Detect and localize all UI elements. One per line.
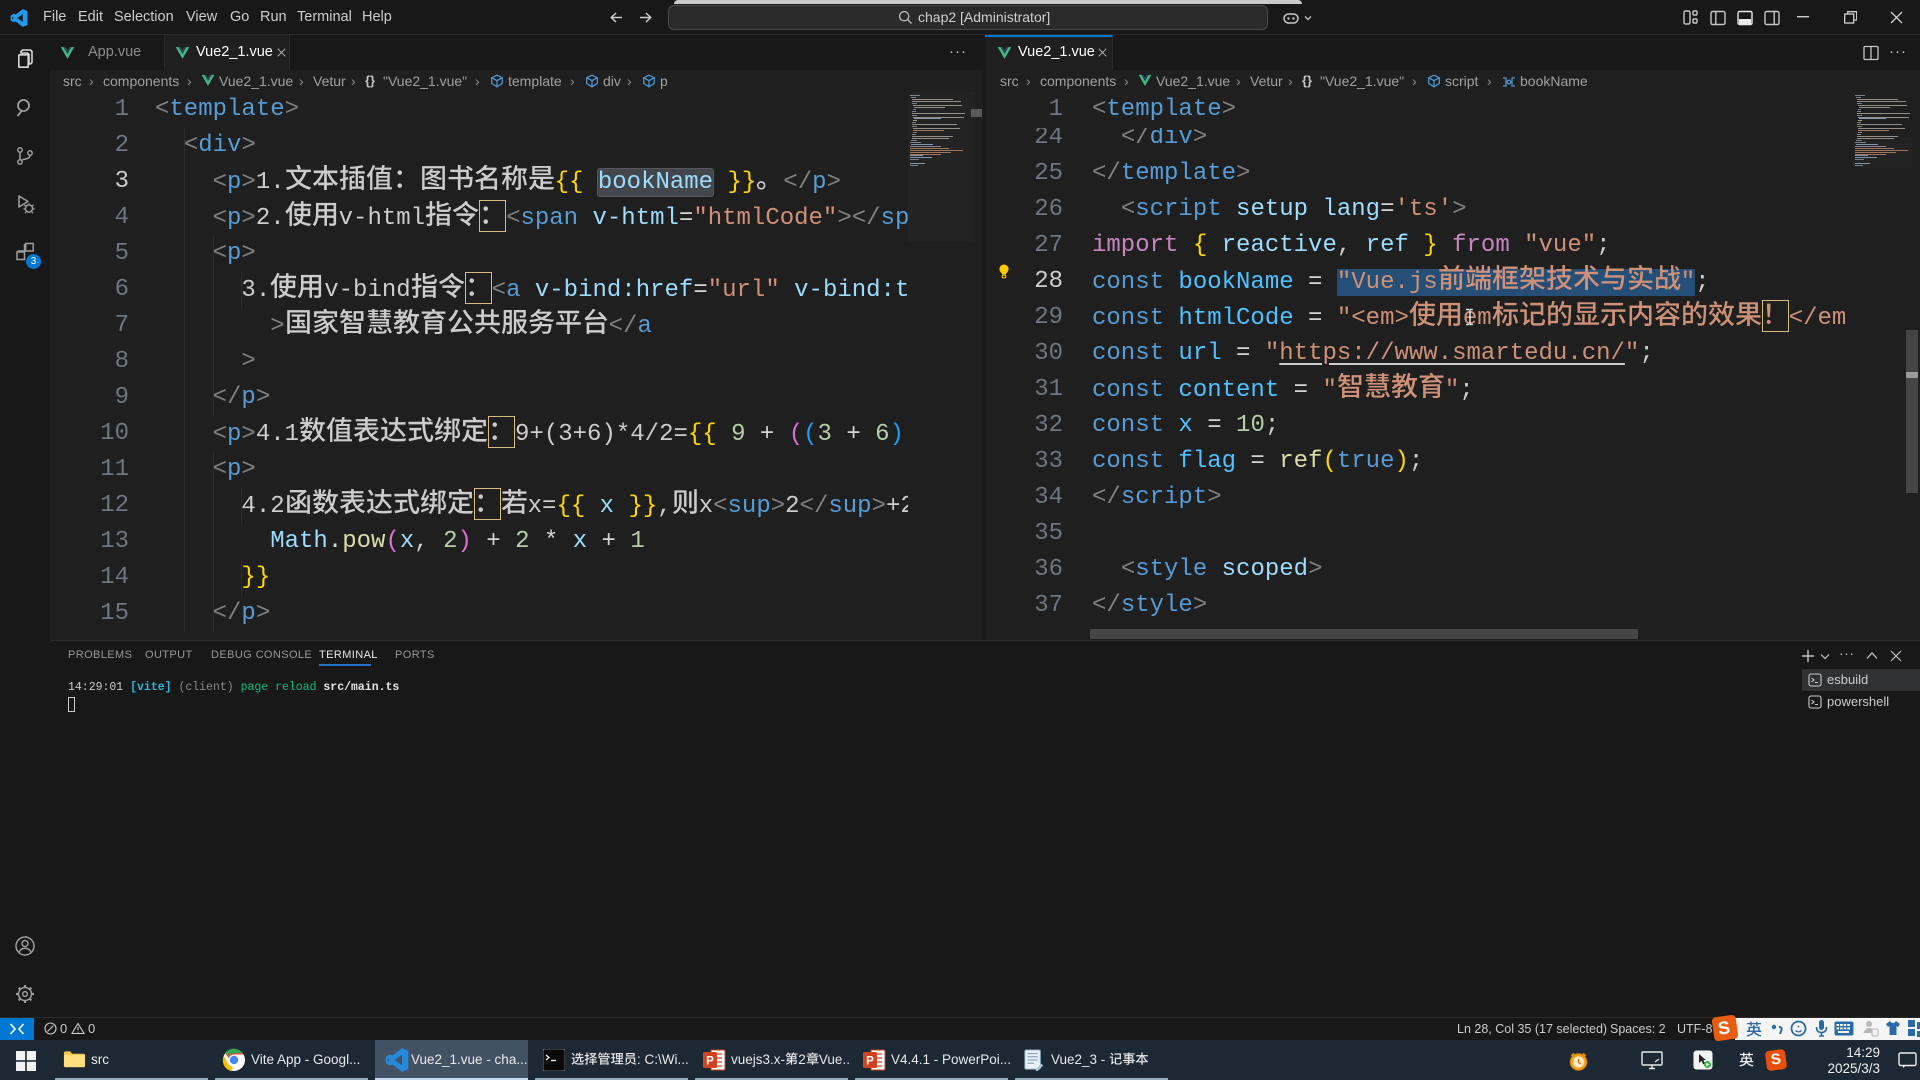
svg-text:P: P [866,1056,874,1068]
svg-text:P: P [706,1056,714,1068]
